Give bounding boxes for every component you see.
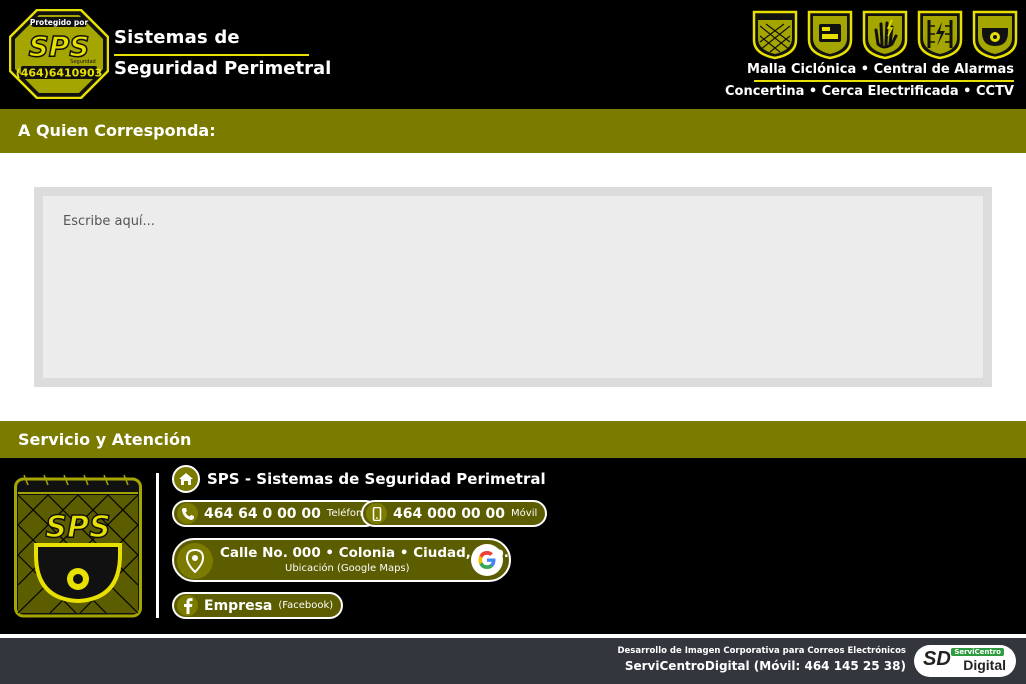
home-icon bbox=[172, 465, 200, 493]
map-pin-icon bbox=[177, 543, 213, 579]
header: Protegido por SPS Seguridad (464)6410903… bbox=[0, 0, 1026, 109]
contact-footer: SPS SPS - Sistemas de Seguridad Perimetr… bbox=[0, 458, 1026, 634]
servicentro-logo[interactable]: SD ServiCentro Digital bbox=[914, 645, 1016, 677]
badge-phone: (464)6410903 bbox=[16, 67, 103, 80]
brand-name-line2: Seguridad Perimetral bbox=[114, 58, 332, 79]
cctv-camera-icon bbox=[972, 10, 1018, 60]
hand-stop-icon bbox=[862, 10, 908, 60]
camera-shield-logo: SPS bbox=[14, 474, 142, 618]
company-name: SPS - Sistemas de Seguridad Perimetral bbox=[207, 470, 546, 488]
brand-name-line1: Sistemas de bbox=[114, 27, 240, 48]
servicentro-logo-mark: SD bbox=[923, 648, 951, 670]
greeting-bar: A Quien Corresponda: bbox=[0, 109, 1026, 153]
servicentro-logo-small: ServiCentro bbox=[951, 648, 1004, 656]
credits-footer: Desarrollo de Imagen Corporativa para Co… bbox=[0, 638, 1026, 684]
servicentro-logo-big: Digital bbox=[963, 657, 1006, 673]
facebook-icon bbox=[177, 595, 198, 616]
credits-description: Desarrollo de Imagen Corporativa para Co… bbox=[617, 646, 906, 656]
mobile-phone-icon bbox=[366, 503, 387, 524]
services-line1: Malla Ciclónica • Central de Alarmas bbox=[747, 62, 1014, 77]
company-row: SPS - Sistemas de Seguridad Perimetral bbox=[172, 465, 546, 493]
sps-badge-logo: Protegido por SPS Seguridad (464)6410903 bbox=[9, 9, 109, 99]
badge-top-text: Protegido por bbox=[30, 18, 89, 27]
credits-contact[interactable]: ServiCentroDigital (Móvil: 464 145 25 38… bbox=[625, 659, 906, 673]
email-signature-page: Protegido por SPS Seguridad (464)6410903… bbox=[0, 0, 1026, 684]
phone-icon bbox=[177, 503, 198, 524]
facebook-name: Empresa bbox=[204, 597, 273, 614]
google-icon bbox=[471, 544, 503, 576]
electric-fence-icon bbox=[917, 10, 963, 60]
service-icons bbox=[752, 10, 1018, 60]
mobile-label: Móvil bbox=[511, 508, 538, 519]
address-text: Calle No. 000 • Colonia • Ciudad, Edo. bbox=[220, 545, 509, 561]
address-link[interactable]: Calle No. 000 • Colonia • Ciudad, Edo. U… bbox=[172, 538, 511, 582]
facebook-link[interactable]: Empresa (Facebook) bbox=[172, 592, 344, 619]
alarm-panel-icon bbox=[807, 10, 853, 60]
badge-sub: Seguridad bbox=[70, 59, 95, 65]
facebook-label: (Facebook) bbox=[278, 600, 334, 611]
services-rule bbox=[754, 80, 1014, 82]
service-bar: Servicio y Atención bbox=[0, 421, 1026, 458]
mobile-link[interactable]: 464 000 00 00 Móvil bbox=[361, 500, 548, 527]
address-label: Ubicación (Google Maps) bbox=[285, 563, 410, 574]
fence-mesh-icon bbox=[752, 10, 798, 60]
camera-logo-text: SPS bbox=[45, 510, 110, 545]
mobile-number: 464 000 00 00 bbox=[393, 505, 506, 522]
brand-rule bbox=[114, 54, 309, 56]
phone-link[interactable]: 464 64 0 00 00 Teléfono bbox=[172, 500, 379, 527]
vertical-divider bbox=[156, 473, 159, 618]
message-frame bbox=[34, 187, 992, 387]
services-line2: Concertina • Cerca Electrificada • CCTV bbox=[725, 84, 1014, 99]
phone-number: 464 64 0 00 00 bbox=[204, 505, 321, 522]
message-textarea[interactable] bbox=[43, 196, 983, 378]
